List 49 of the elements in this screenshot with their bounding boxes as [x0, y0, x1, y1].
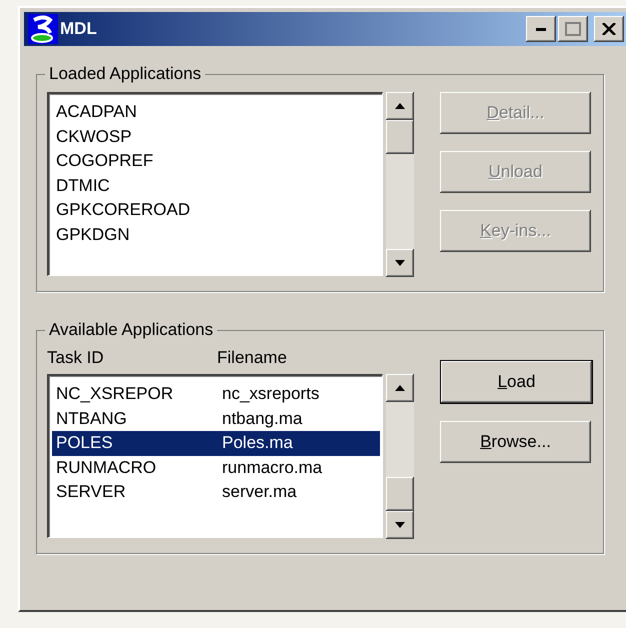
down-arrow-icon — [395, 522, 405, 528]
scroll-up-button[interactable] — [386, 374, 414, 402]
task-id-cell-text: RUNMACRO — [56, 456, 158, 478]
maximize-icon — [565, 22, 581, 36]
scroll-up-button[interactable] — [386, 92, 414, 120]
list-item[interactable]: GPKDGN — [52, 222, 380, 247]
minimize-button[interactable] — [526, 16, 556, 42]
scrollbar-thumb[interactable] — [386, 477, 414, 511]
list-item[interactable]: COGOPREF — [52, 149, 380, 174]
group-label: Available Applications — [48, 320, 214, 340]
task-id-cell-text: SERVER — [56, 481, 127, 503]
maximize-button[interactable] — [558, 16, 588, 42]
available-applications-list[interactable]: NC_XSREPOR nc_xsreports NTBANG ntbang.ma POLES Poles.ma RUNMACRO runmacro.ma SERVER server.ma — [47, 374, 383, 538]
loaded-applications-list[interactable]: ACADPAN CKWOSP COGOPREF DTMIC GPKCOREROAD GPKDGN — [47, 92, 383, 276]
scrollbar[interactable] — [386, 374, 414, 539]
list-row[interactable]: NTBANG ntbang.ma — [52, 406, 380, 431]
scroll-down-button[interactable] — [386, 511, 414, 539]
group-label: Loaded Applications — [48, 64, 202, 84]
scrollbar-thumb[interactable] — [386, 120, 414, 154]
filename-cell-text: ntbang.ma — [222, 408, 304, 430]
task-id-cell-text: NC_XSREPOR — [56, 383, 174, 405]
list-item[interactable]: GPKCOREROAD — [52, 198, 380, 222]
task-id-cell-text: POLES — [56, 432, 114, 454]
minimize-icon — [536, 28, 546, 30]
close-button[interactable] — [594, 16, 624, 42]
list-row[interactable]: NC_XSREPOR nc_xsreports — [52, 382, 380, 406]
scrollbar[interactable] — [386, 92, 414, 277]
filename-cell-text: runmacro.ma — [222, 456, 324, 478]
list-row[interactable]: POLES Poles.ma — [52, 431, 380, 456]
list-item[interactable]: CKWOSP — [52, 124, 380, 149]
down-arrow-icon — [395, 260, 405, 266]
task-id-cell-text: NTBANG — [56, 408, 128, 430]
window-title: MDL — [60, 19, 98, 39]
up-arrow-icon — [395, 103, 405, 109]
filename-cell-text: Poles.ma — [222, 432, 294, 454]
close-icon — [602, 23, 616, 35]
filename-cell-text: nc_xsreports — [222, 383, 320, 405]
list-row[interactable]: SERVER server.ma — [52, 480, 380, 504]
column-header: Task ID — [47, 348, 105, 368]
dialog-button[interactable]: Load — [440, 360, 593, 404]
list-item[interactable]: DTMIC — [52, 174, 380, 198]
column-header: Filename — [217, 348, 288, 368]
app-logo-icon — [28, 14, 58, 44]
list-item[interactable]: ACADPAN — [52, 100, 380, 124]
filename-cell-text: server.ma — [222, 481, 298, 503]
scroll-down-button[interactable] — [386, 249, 414, 277]
up-arrow-icon — [395, 385, 405, 391]
list-row[interactable]: RUNMACRO runmacro.ma — [52, 456, 380, 480]
dialog-button[interactable]: Browse... — [440, 421, 591, 463]
